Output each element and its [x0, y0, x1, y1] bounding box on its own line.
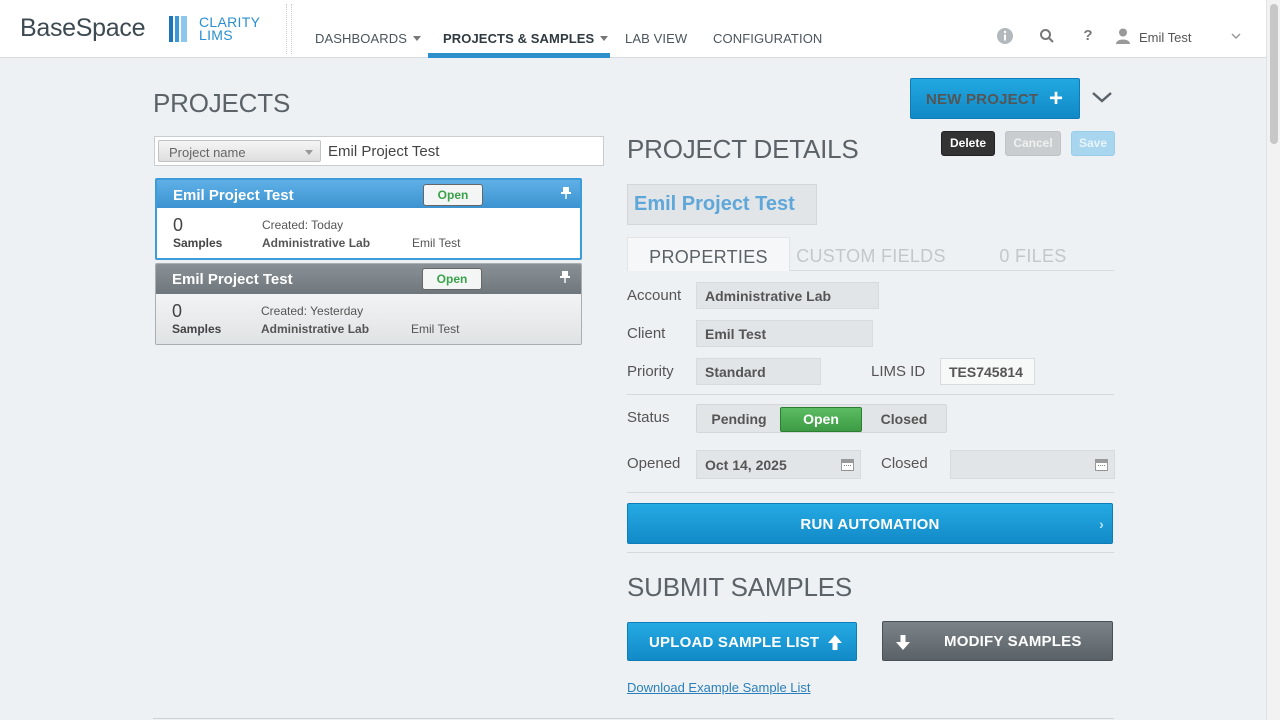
chevron-down-icon: [413, 36, 422, 42]
closed-date-field[interactable]: [950, 450, 1115, 479]
tab-custom-fields[interactable]: CUSTOM FIELDS: [790, 237, 952, 271]
project-card-title: Emil Project Test: [173, 187, 294, 204]
status-open-option[interactable]: Open: [780, 407, 862, 432]
save-button[interactable]: Save: [1071, 131, 1115, 156]
clarity-lims-logo[interactable]: CLARITY LIMS: [199, 15, 260, 43]
calendar-icon[interactable]: [1095, 459, 1108, 471]
nav-dashboards[interactable]: DASHBOARDS: [315, 31, 422, 46]
upload-sample-list-button[interactable]: UPLOAD SAMPLE LIST: [627, 622, 857, 661]
help-icon[interactable]: ?: [1079, 27, 1097, 45]
nav-dashboards-label: DASHBOARDS: [315, 31, 408, 46]
opened-date-field[interactable]: Oct 14, 2025: [696, 450, 861, 479]
sample-count: 0: [172, 301, 183, 321]
tab-files[interactable]: 0 FILES: [952, 237, 1114, 271]
expand-chevron-icon[interactable]: [1091, 88, 1113, 106]
status-label: Status: [627, 409, 670, 426]
section-divider: [627, 492, 1114, 493]
top-navigation-bar: BaseSpace CLARITY LIMS DASHBOARDS PROJEC…: [0, 0, 1266, 58]
user-avatar-icon: [1114, 27, 1132, 45]
modify-samples-button[interactable]: MODIFY SAMPLES: [882, 621, 1113, 661]
sample-count-label: Samples: [172, 322, 222, 336]
calendar-icon[interactable]: [841, 459, 854, 471]
status-closed-option[interactable]: Closed: [863, 407, 945, 432]
project-name-field[interactable]: Emil Project Test: [627, 184, 817, 225]
search-icon[interactable]: [1038, 27, 1056, 45]
owner-name: Emil Test: [411, 322, 460, 336]
priority-label: Priority: [627, 363, 674, 380]
pin-icon[interactable]: [559, 186, 573, 202]
upload-sample-list-label: UPLOAD SAMPLE LIST: [649, 634, 820, 651]
tab-properties[interactable]: PROPERTIES: [627, 237, 790, 271]
logo-line-lims: LIMS: [199, 27, 233, 43]
section-divider: [627, 552, 1114, 553]
status-badge: Open: [422, 268, 482, 290]
section-divider: [627, 394, 1114, 395]
lims-id-field[interactable]: TES745814: [940, 358, 1035, 385]
lab-name: Administrative Lab: [261, 322, 370, 336]
active-nav-indicator: [428, 53, 610, 58]
tab-divider: [790, 270, 1114, 271]
clarity-logo-mark: [169, 16, 187, 42]
nav-lab-view[interactable]: LAB VIEW: [625, 31, 687, 46]
client-field[interactable]: Emil Test: [696, 320, 873, 347]
sample-count-label: Samples: [173, 236, 223, 250]
created-date: Created: Yesterday: [261, 304, 364, 318]
delete-button[interactable]: Delete: [941, 131, 995, 156]
basespace-logo[interactable]: BaseSpace: [20, 14, 145, 43]
closed-label: Closed: [881, 455, 928, 472]
status-toggle-group: Pending Open Closed: [696, 404, 947, 433]
chevron-down-icon: [305, 150, 313, 155]
owner-name: Emil Test: [412, 236, 461, 250]
sample-count: 0: [173, 215, 184, 235]
account-field[interactable]: Administrative Lab: [696, 282, 879, 309]
user-menu[interactable]: Emil Test: [1139, 30, 1192, 45]
nav-projects-samples[interactable]: PROJECTS & SAMPLES: [443, 31, 609, 46]
nav-projects-samples-label: PROJECTS & SAMPLES: [443, 31, 595, 46]
opened-date-value: Oct 14, 2025: [705, 457, 787, 473]
project-card[interactable]: Emil Project Test Open 0 Samples Created…: [155, 263, 582, 345]
upload-arrow-icon: [828, 635, 842, 650]
project-details-heading: PROJECT DETAILS: [627, 134, 859, 164]
client-label: Client: [627, 325, 666, 342]
new-project-label: NEW PROJECT: [926, 91, 1039, 108]
project-card[interactable]: Emil Project Test Open 0 Samples Created…: [155, 178, 582, 260]
projects-heading: PROJECTS: [153, 88, 291, 118]
created-date: Created: Today: [262, 218, 344, 232]
project-card-body: 0 Samples Created: Yesterday Administrat…: [156, 294, 581, 344]
scrollbar-thumb[interactable]: [1270, 4, 1278, 144]
plus-icon: +: [1049, 85, 1064, 112]
opened-label: Opened: [627, 455, 681, 472]
status-pending-option[interactable]: Pending: [699, 407, 779, 432]
info-icon[interactable]: [996, 27, 1014, 45]
pin-icon[interactable]: [558, 270, 572, 286]
new-project-button[interactable]: NEW PROJECT +: [910, 78, 1080, 119]
lims-id-label: LIMS ID: [871, 363, 926, 380]
search-input[interactable]: Emil Project Test: [328, 143, 439, 160]
project-card-header: Emil Project Test Open: [156, 264, 581, 294]
modify-samples-label: MODIFY SAMPLES: [944, 633, 1082, 650]
logo-separator: [286, 4, 292, 54]
cancel-button[interactable]: Cancel: [1005, 131, 1061, 156]
chevron-down-icon: [600, 36, 609, 42]
project-card-header: Emil Project Test Open: [157, 180, 580, 208]
run-automation-label: RUN AUTOMATION: [800, 516, 940, 533]
user-menu-chevron-icon[interactable]: [1227, 27, 1245, 45]
account-label: Account: [627, 287, 682, 304]
status-badge: Open: [423, 184, 483, 206]
project-card-body: 0 Samples Created: Today Administrative …: [157, 208, 580, 258]
lab-name: Administrative Lab: [262, 236, 371, 250]
project-card-title: Emil Project Test: [172, 271, 293, 288]
priority-field[interactable]: Standard: [696, 358, 821, 385]
download-example-link[interactable]: Download Example Sample List: [627, 680, 811, 695]
search-filter-select[interactable]: Project name: [158, 140, 321, 162]
footer-divider: [153, 718, 1114, 719]
chevron-right-icon: ›: [1099, 516, 1104, 532]
download-arrow-icon: [896, 635, 910, 650]
run-automation-button[interactable]: RUN AUTOMATION ›: [627, 503, 1113, 544]
project-search-box: Project name Emil Project Test: [154, 136, 604, 166]
search-filter-label: Project name: [169, 145, 246, 160]
submit-samples-heading: SUBMIT SAMPLES: [627, 572, 853, 602]
page-scrollbar[interactable]: [1266, 0, 1280, 720]
nav-configuration[interactable]: CONFIGURATION: [713, 31, 822, 46]
